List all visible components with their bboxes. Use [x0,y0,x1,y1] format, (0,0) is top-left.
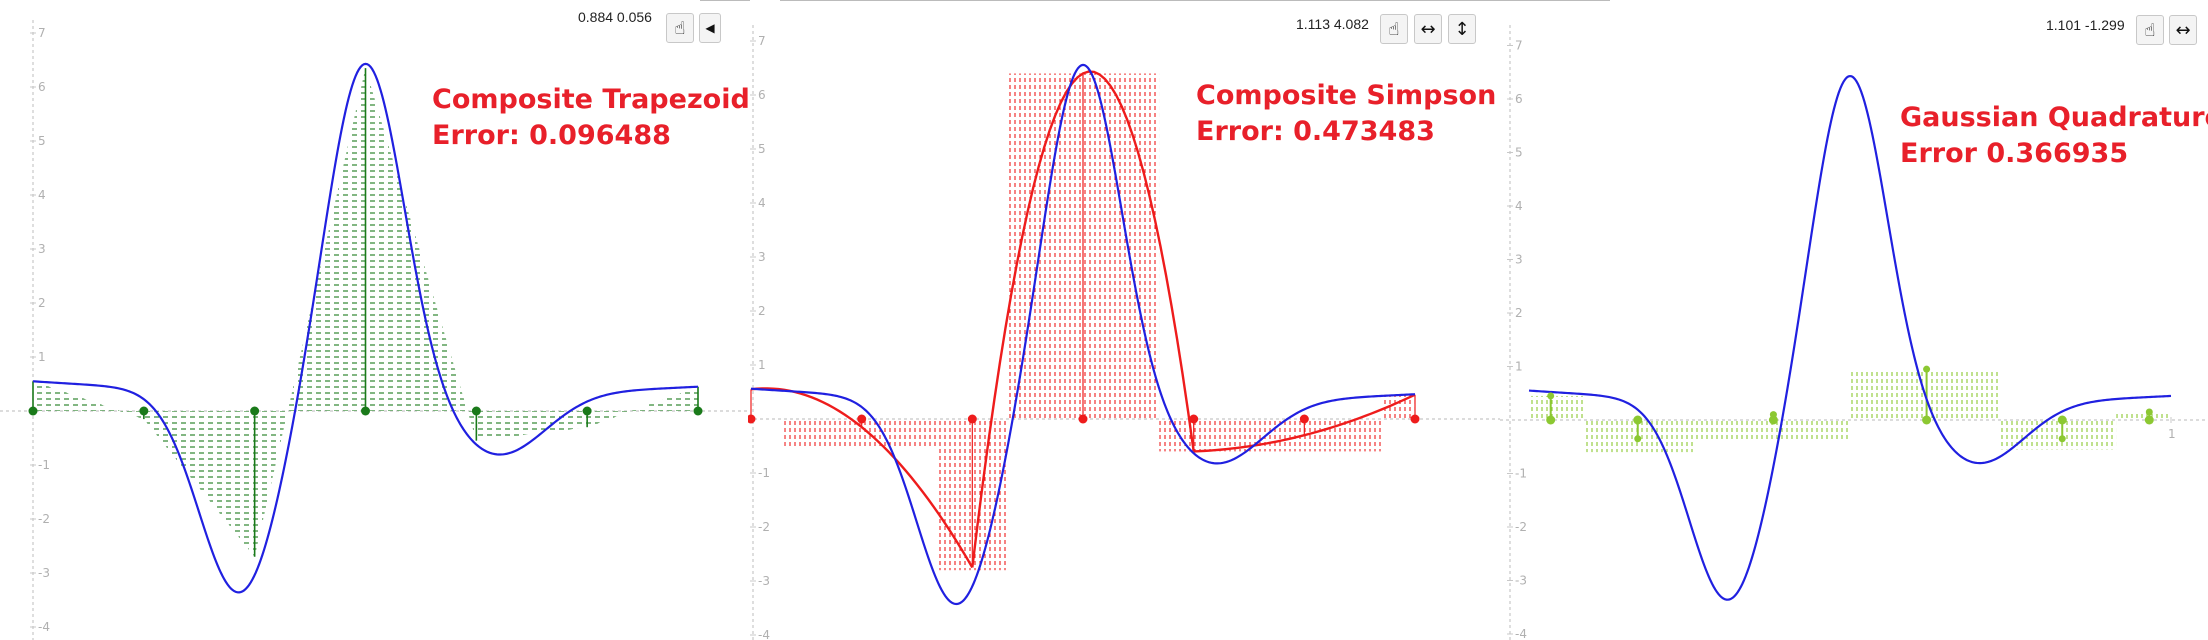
quadrature-node [693,406,703,416]
y-tick-label: 2 [758,304,766,318]
quadrature-node-top [1769,411,1777,419]
y-tick-label: 1 [1515,360,1523,374]
y-tick-label: -1 [758,466,770,480]
y-tick-label: 3 [38,242,46,256]
quadrature-node-top [1547,392,1555,400]
vertical-arrows-icon: ↕ [1454,18,1470,40]
quadrature-node [139,406,149,416]
pan-hand-button[interactable]: ☝ [1380,14,1408,44]
y-tick-label: -4 [758,628,770,640]
y-tick-label: 4 [758,196,766,210]
quadrature-node [361,406,370,416]
y-tick-label: 2 [1515,306,1523,320]
quadrature-node [1546,415,1556,425]
quadrature-node [1922,415,1932,425]
gauss-title-block: Gaussian Quadrature Error 0.366935 [1900,100,2208,172]
y-tick-label: 1 [758,358,766,372]
coord-readout: 1.101 -1.299 [2046,17,2125,33]
y-tick-label: -1 [38,458,50,472]
quadrature-node [2144,415,2154,425]
quadrature-node [471,406,481,416]
y-tick-label: 4 [1515,199,1523,213]
quadrature-node-top [1634,435,1642,443]
coord-readout: 0.884 0.056 [578,9,652,25]
y-tick-label: 3 [758,250,766,264]
quadrature-node [967,414,977,424]
pan-hand-button[interactable]: ☝ [666,13,694,43]
y-tick-label: 5 [38,134,46,148]
y-tick-label: 6 [758,88,766,102]
gauss-error: Error 0.366935 [1900,138,2129,169]
y-tick-label: -1 [1515,467,1527,481]
hand-icon: ☝ [2144,19,2156,41]
quadrature-node [1189,414,1199,424]
pan-hand-button[interactable]: ☝ [2136,15,2164,45]
hand-icon: ☝ [1388,18,1400,40]
gauss-bar [1529,395,1584,420]
scroll-left-button[interactable]: ◀ [699,13,721,43]
y-tick-label: 7 [758,34,766,48]
trapezoid-panel[interactable]: -4 -3 -2 -1 1 2 3 4 5 6 7 Composite Trapezoid Erro… [0,0,748,640]
y-tick-label: 6 [1515,92,1523,106]
hand-icon: ☝ [674,17,686,39]
quadrature-node-top [2145,408,2153,416]
y-tick-label: -4 [1515,627,1527,640]
quadrature-node [1078,414,1088,424]
gauss-panel[interactable]: -4 -3 -2 -1 1 2 3 4 5 6 7 1 Gaussian Quadrature Err… [1500,0,2208,640]
y-tick-label: 6 [38,80,46,94]
y-tick-label: -4 [38,620,50,634]
quadrature-node [857,414,867,424]
plot-stage: -4 -3 -2 -1 1 2 3 4 5 6 7 Composite Trapezoid Erro… [0,0,2208,640]
simpson-title: Composite Simpson [1196,80,1497,111]
quadrature-node [1633,415,1643,425]
x-tick-label: 1 [2168,427,2176,441]
quadrature-node [2057,415,2067,425]
y-tick-label: 5 [758,142,766,156]
y-tick-label: 5 [1515,146,1523,160]
simpson-error: Error: 0.473483 [1196,116,1435,147]
zoom-horizontal-button[interactable]: ↔ [2169,15,2197,45]
triangle-left-icon: ◀ [705,21,715,35]
simpson-bar [784,419,937,449]
y-tick-label: -3 [758,574,770,588]
quadrature-node-top [1923,365,1931,373]
gauss-plot[interactable]: -4 -3 -2 -1 1 2 3 4 5 6 7 1 [1500,0,2208,640]
quadrature-node [748,414,756,424]
horizontal-arrows-icon: ↔ [2175,19,2191,41]
coord-readout: 1.113 4.082 [1296,16,1369,32]
quadrature-node [28,406,38,416]
simpson-title-block: Composite Simpson Error: 0.473483 [1196,78,1496,150]
zoom-vertical-button[interactable]: ↕ [1448,14,1476,44]
trapezoid-error: Error: 0.096488 [432,120,671,151]
quadrature-node [1299,414,1309,424]
quadrature-node [1410,414,1420,424]
y-tick-label: -2 [1515,520,1527,534]
horizontal-arrows-icon: ↔ [1420,18,1436,40]
y-tick-label: 7 [38,26,46,40]
y-tick-label: -3 [1515,574,1527,588]
y-tick-label: -3 [38,566,50,580]
quadrature-node [250,406,260,416]
y-tick-label: 3 [1515,253,1523,267]
quadrature-node-top [2058,435,2066,443]
y-tick-label: -2 [38,512,50,526]
y-tick-label: 4 [38,188,46,202]
simpson-panel[interactable]: -4 -3 -2 -1 1 2 3 4 5 6 7 Composite Simpson Error:… [748,0,1500,640]
trapezoid-title: Composite Trapezoid [432,84,748,115]
y-tick-label: 2 [38,296,46,310]
y-tick-label: 7 [1515,39,1523,53]
trapezoid-title-block: Composite Trapezoid Error: 0.096488 [432,82,748,154]
gauss-bar [2116,411,2171,420]
quadrature-node [582,406,592,416]
y-tick-label: 1 [38,350,46,364]
gauss-title: Gaussian Quadrature [1900,102,2208,133]
y-tick-label: -2 [758,520,770,534]
gauss-bar [2000,420,2117,450]
zoom-horizontal-button[interactable]: ↔ [1414,14,1442,44]
